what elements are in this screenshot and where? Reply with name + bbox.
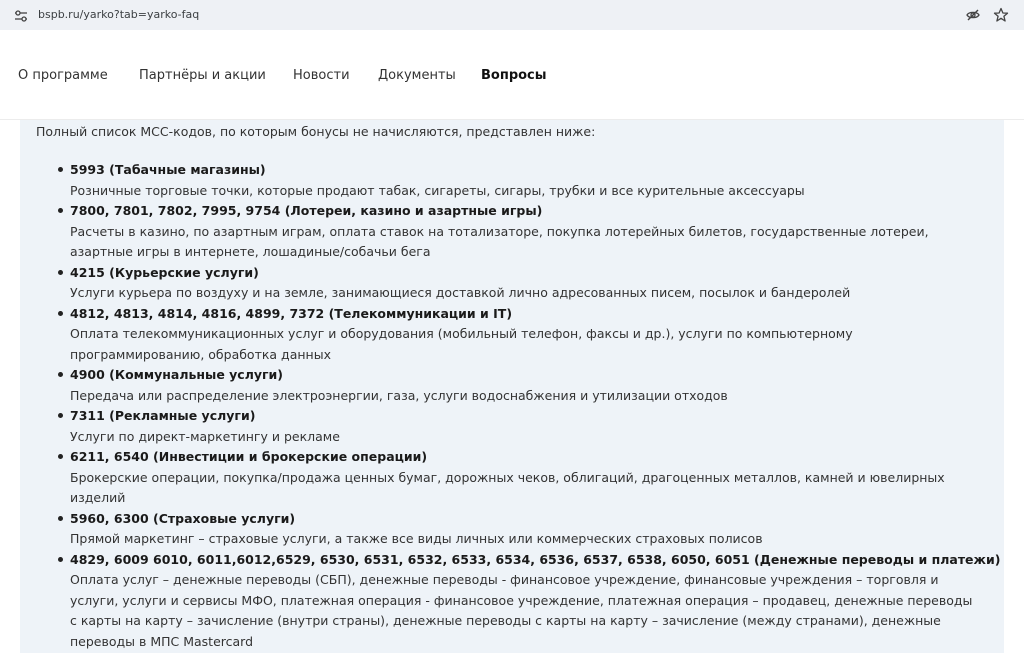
star-icon[interactable]: [993, 7, 1009, 23]
mcc-title: 6211, 6540 (Инвестиции и брокерские опер…: [70, 449, 428, 464]
address-bar: bspb.ru/yarko?tab=yarko-faq: [0, 0, 1024, 30]
nav-item-about[interactable]: О программе: [18, 68, 108, 83]
mcc-title: 5993 (Табачные магазины): [70, 162, 266, 177]
list-item: 4812, 4813, 4814, 4816, 4899, 7372 (Теле…: [20, 304, 1004, 366]
mcc-title: 4900 (Коммунальные услуги): [70, 367, 284, 382]
mcc-description: Расчеты в казино, по азартным играм, опл…: [70, 223, 929, 260]
mcc-description: Передача или распределение электроэнерги…: [70, 387, 728, 403]
nav-item-news[interactable]: Новости: [293, 68, 350, 83]
intro-text: Полный список МСС-кодов, по которым бону…: [36, 124, 596, 139]
list-item: 5960, 6300 (Страховые услуги) Прямой мар…: [20, 509, 1004, 550]
nav-item-documents[interactable]: Документы: [378, 68, 456, 83]
list-item: 4900 (Коммунальные услуги) Передача или …: [20, 365, 1004, 406]
mcc-description: Услуги по директ-маркетингу и рекламе: [70, 428, 340, 444]
list-item: 4215 (Курьерские услуги) Услуги курьера …: [20, 263, 1004, 304]
list-item: 5993 (Табачные магазины) Розничные торго…: [20, 160, 1004, 201]
mcc-title: 7800, 7801, 7802, 7995, 9754 (Лотереи, к…: [70, 203, 543, 218]
tune-icon[interactable]: [14, 8, 28, 22]
mcc-description: Оплата телекоммуникационных услуг и обор…: [70, 326, 853, 362]
list-item: 6211, 6540 (Инвестиции и брокерские опер…: [20, 447, 1004, 509]
list-item: 7311 (Рекламные услуги) Услуги по директ…: [20, 406, 1004, 447]
mcc-list: 5993 (Табачные магазины) Розничные торго…: [20, 160, 1004, 652]
mcc-title: 5960, 6300 (Страховые услуги): [70, 510, 296, 526]
mcc-title: 4829, 6009 6010, 6011,6012,6529, 6530, 6…: [70, 551, 1001, 567]
mcc-title: 7311 (Рекламные услуги): [70, 408, 256, 423]
eye-off-icon[interactable]: [965, 7, 981, 23]
mcc-description: Брокерские операции, покупка/продажа цен…: [70, 469, 945, 506]
nav-item-faq[interactable]: Вопросы: [481, 68, 547, 83]
list-item: 4829, 6009 6010, 6011,6012,6529, 6530, 6…: [20, 550, 1004, 653]
faq-answer-panel: Полный список МСС-кодов, по которым бону…: [20, 120, 1004, 653]
mcc-description: Оплата услуг – денежные переводы (СБП), …: [70, 572, 973, 649]
mcc-description: Розничные торговые точки, которые продаю…: [70, 182, 805, 198]
mcc-title: 4215 (Курьерские услуги): [70, 264, 259, 280]
list-item: 7800, 7801, 7802, 7995, 9754 (Лотереи, к…: [20, 201, 1004, 263]
nav-item-partners[interactable]: Партнёры и акции: [139, 68, 266, 83]
mcc-title: 4812, 4813, 4814, 4816, 4899, 7372 (Теле…: [70, 305, 513, 321]
url-text[interactable]: bspb.ru/yarko?tab=yarko-faq: [38, 8, 199, 21]
mcc-description: Прямой маркетинг – страховые услуги, а т…: [70, 531, 763, 546]
site-nav: О программе Партнёры и акции Новости Док…: [0, 30, 1024, 120]
mcc-description: Услуги курьера по воздуху и на земле, за…: [70, 285, 851, 300]
